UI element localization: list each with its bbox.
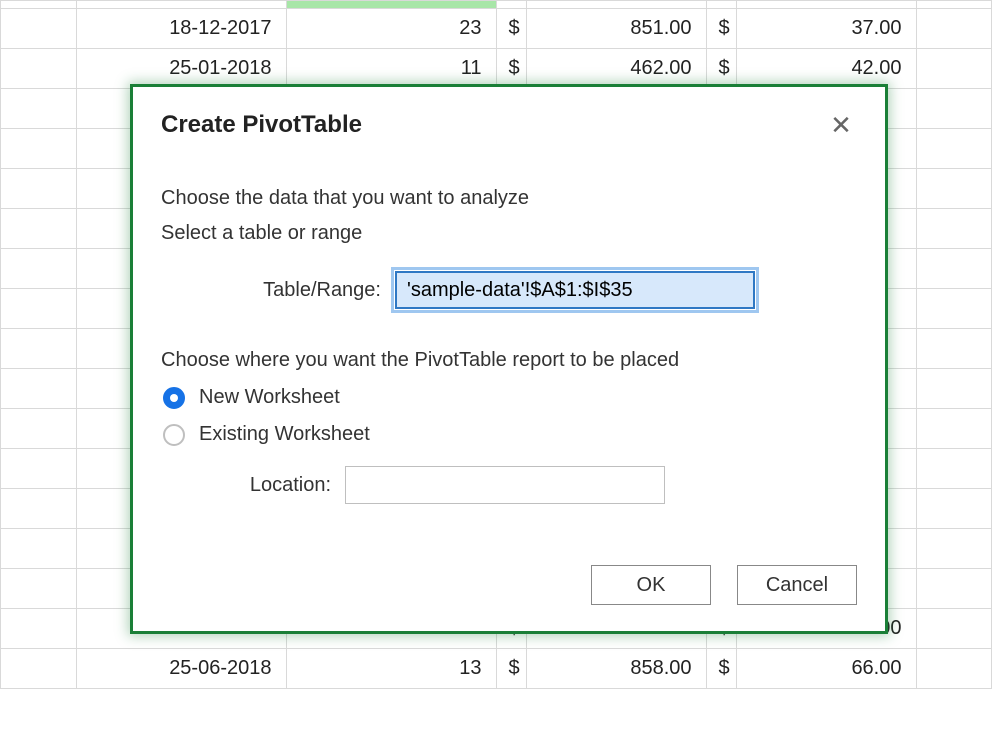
ok-button[interactable]: OK [591,565,711,605]
close-icon[interactable]: ✕ [825,109,857,141]
cell-currency-value[interactable]: 66.00 [736,649,916,689]
radio-existing-worksheet-label: Existing Worksheet [199,423,370,446]
cell-currency-value[interactable]: 37.00 [736,9,916,49]
location-label: Location: [211,474,331,497]
location-input[interactable] [345,466,665,504]
radio-existing-worksheet[interactable] [163,424,185,446]
table-range-input[interactable] [395,271,755,309]
cell-currency-value[interactable]: 462.00 [526,49,706,89]
cell-number[interactable]: 13 [286,649,496,689]
radio-new-worksheet-label: New Worksheet [199,386,340,409]
cell-currency-value[interactable]: 851.00 [526,9,706,49]
dialog-title: Create PivotTable [161,111,362,139]
radio-new-worksheet[interactable] [163,387,185,409]
cell-currency-symbol[interactable]: $ [496,49,526,89]
cell-date[interactable]: 25-01-2018 [76,49,286,89]
choose-place-label: Choose where you want the PivotTable rep… [161,349,857,372]
table-row[interactable]: 18-12-201723$851.00$37.00 [1,9,992,49]
table-range-label: Table/Range: [161,279,381,302]
cell-currency-value[interactable]: 858.00 [526,649,706,689]
cell-number[interactable]: 11 [286,49,496,89]
table-row[interactable]: 25-06-201813$858.00$66.00 [1,649,992,689]
cell-number[interactable]: 23 [286,9,496,49]
cell-currency-symbol[interactable]: $ [706,649,736,689]
cell-currency-symbol[interactable]: $ [706,9,736,49]
cell-currency-symbol[interactable]: $ [496,649,526,689]
cancel-button[interactable]: Cancel [737,565,857,605]
cell-date[interactable]: 18-12-2017 [76,9,286,49]
cell-currency-symbol[interactable]: $ [496,9,526,49]
choose-data-label: Choose the data that you want to analyze [161,187,857,210]
cell-currency-symbol[interactable]: $ [706,49,736,89]
cell-currency-value[interactable]: 42.00 [736,49,916,89]
select-table-label: Select a table or range [161,222,857,245]
create-pivottable-dialog: Create PivotTable ✕ Choose the data that… [130,84,888,634]
cell-date[interactable]: 25-06-2018 [76,649,286,689]
table-row[interactable]: 25-01-201811$462.00$42.00 [1,49,992,89]
